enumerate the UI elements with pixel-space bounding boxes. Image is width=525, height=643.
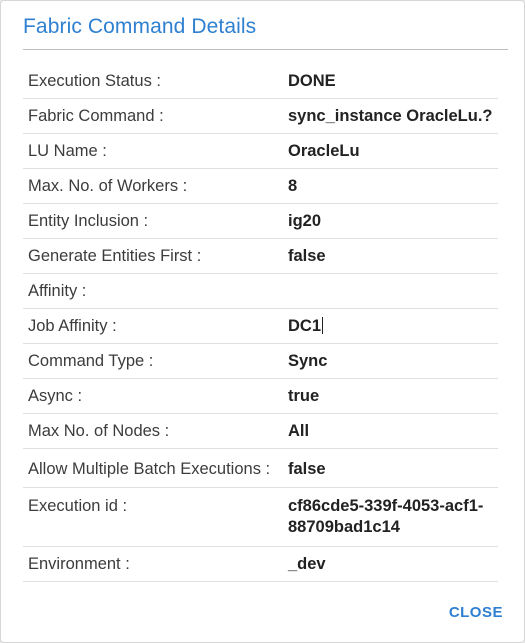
job-affinity-text: DC1 (288, 317, 322, 335)
environment-value: _dev (288, 546, 498, 582)
lu-name-label: LU Name : (23, 133, 288, 169)
generate-entities-first-label: Generate Entities First : (23, 238, 288, 274)
row-affinity: Affinity : (23, 273, 498, 309)
row-generate-entities-first: Generate Entities First : false (23, 238, 498, 274)
fabric-command-value: sync_instance OracleLu.? (288, 98, 498, 134)
environment-label: Environment : (23, 546, 288, 582)
execution-status-value: DONE (288, 72, 336, 90)
allow-multiple-batch-value: false (288, 448, 498, 488)
execution-id-label: Execution id : (23, 487, 288, 547)
entity-inclusion-value: ig20 (288, 203, 498, 239)
row-entity-inclusion: Entity Inclusion : ig20 (23, 203, 498, 239)
row-job-affinity: Job Affinity : DC1 (23, 308, 498, 344)
generate-entities-first-value: false (288, 238, 498, 274)
row-command-type: Command Type : Sync (23, 343, 498, 379)
row-max-workers: Max. No. of Workers : 8 (23, 168, 498, 204)
row-max-nodes: Max No. of Nodes : All (23, 413, 498, 449)
command-type-label: Command Type : (23, 343, 288, 379)
lu-name-value: OracleLu (288, 133, 498, 169)
row-execution-id: Execution id : cf86cde5-339f-4053-acf1-8… (23, 487, 498, 547)
row-execution-status: Execution Status : DONE (23, 64, 498, 99)
max-workers-label: Max. No. of Workers : (23, 168, 288, 204)
max-workers-value: 8 (288, 168, 498, 204)
close-button[interactable]: CLOSE (449, 604, 503, 621)
title-divider (23, 49, 508, 50)
allow-multiple-batch-label: Allow Multiple Batch Executions : (23, 448, 288, 488)
command-type-value: Sync (288, 343, 498, 379)
execution-status-label: Execution Status : (28, 72, 161, 90)
job-affinity-value[interactable]: DC1 (288, 308, 498, 344)
row-async: Async : true (23, 378, 498, 414)
dialog-title: Fabric Command Details (23, 15, 257, 38)
fabric-command-label: Fabric Command : (23, 98, 288, 134)
row-lu-name: LU Name : OracleLu (23, 133, 498, 169)
affinity-value (288, 273, 498, 309)
fabric-command-details-dialog: Fabric Command Details Execution Status … (0, 0, 525, 643)
row-allow-multiple-batch: Allow Multiple Batch Executions : false (23, 448, 498, 488)
job-affinity-label: Job Affinity : (23, 308, 288, 344)
execution-id-value: cf86cde5-339f-4053-acf1-88709bad1c14 (288, 487, 498, 547)
async-label: Async : (23, 378, 288, 414)
affinity-label: Affinity : (23, 273, 288, 309)
text-cursor (322, 317, 324, 334)
async-value: true (288, 378, 498, 414)
max-nodes-label: Max No. of Nodes : (23, 413, 288, 449)
row-environment: Environment : _dev (23, 546, 498, 582)
details-table: Execution Status : DONE Fabric Command :… (23, 64, 498, 582)
max-nodes-value: All (288, 413, 498, 449)
row-fabric-command: Fabric Command : sync_instance OracleLu.… (23, 98, 498, 134)
entity-inclusion-label: Entity Inclusion : (23, 203, 288, 239)
